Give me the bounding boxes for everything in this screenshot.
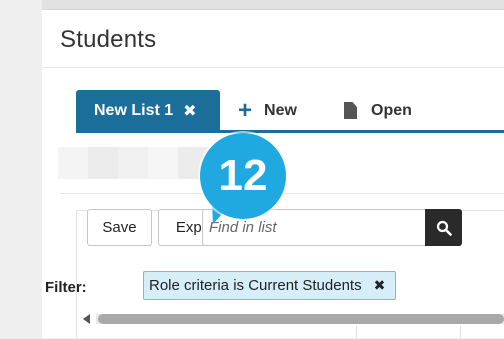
column-divider xyxy=(460,326,461,338)
filter-label: Filter: xyxy=(45,279,87,296)
divider xyxy=(42,67,504,68)
remove-filter-icon[interactable]: ✖ xyxy=(374,277,386,294)
new-label: New xyxy=(264,101,297,119)
search-button[interactable] xyxy=(425,209,462,246)
tab-label: New List 1 xyxy=(94,101,174,119)
close-icon[interactable]: ✖ xyxy=(183,101,196,121)
filter-chip: Role criteria is Current Students ✖ xyxy=(143,271,397,300)
plus-icon: + xyxy=(238,96,253,124)
horizontal-scrollbar-thumb[interactable] xyxy=(98,314,504,324)
open-label: Open xyxy=(371,101,412,119)
save-button[interactable]: Save xyxy=(87,209,152,246)
open-list-button[interactable]: Open xyxy=(344,90,412,131)
step-callout: 12 xyxy=(200,133,286,219)
column-divider xyxy=(356,326,357,338)
tab-new-list-1[interactable]: New List 1 ✖ xyxy=(76,90,220,131)
page-title: Students xyxy=(60,26,157,53)
new-list-button[interactable]: + New xyxy=(238,90,297,131)
scroll-left-icon[interactable] xyxy=(83,314,90,324)
filter-chip-text: Role criteria is Current Students xyxy=(149,277,362,294)
top-bar xyxy=(42,0,504,10)
document-icon xyxy=(344,102,357,119)
search-icon xyxy=(436,220,452,236)
step-number: 12 xyxy=(218,151,268,200)
